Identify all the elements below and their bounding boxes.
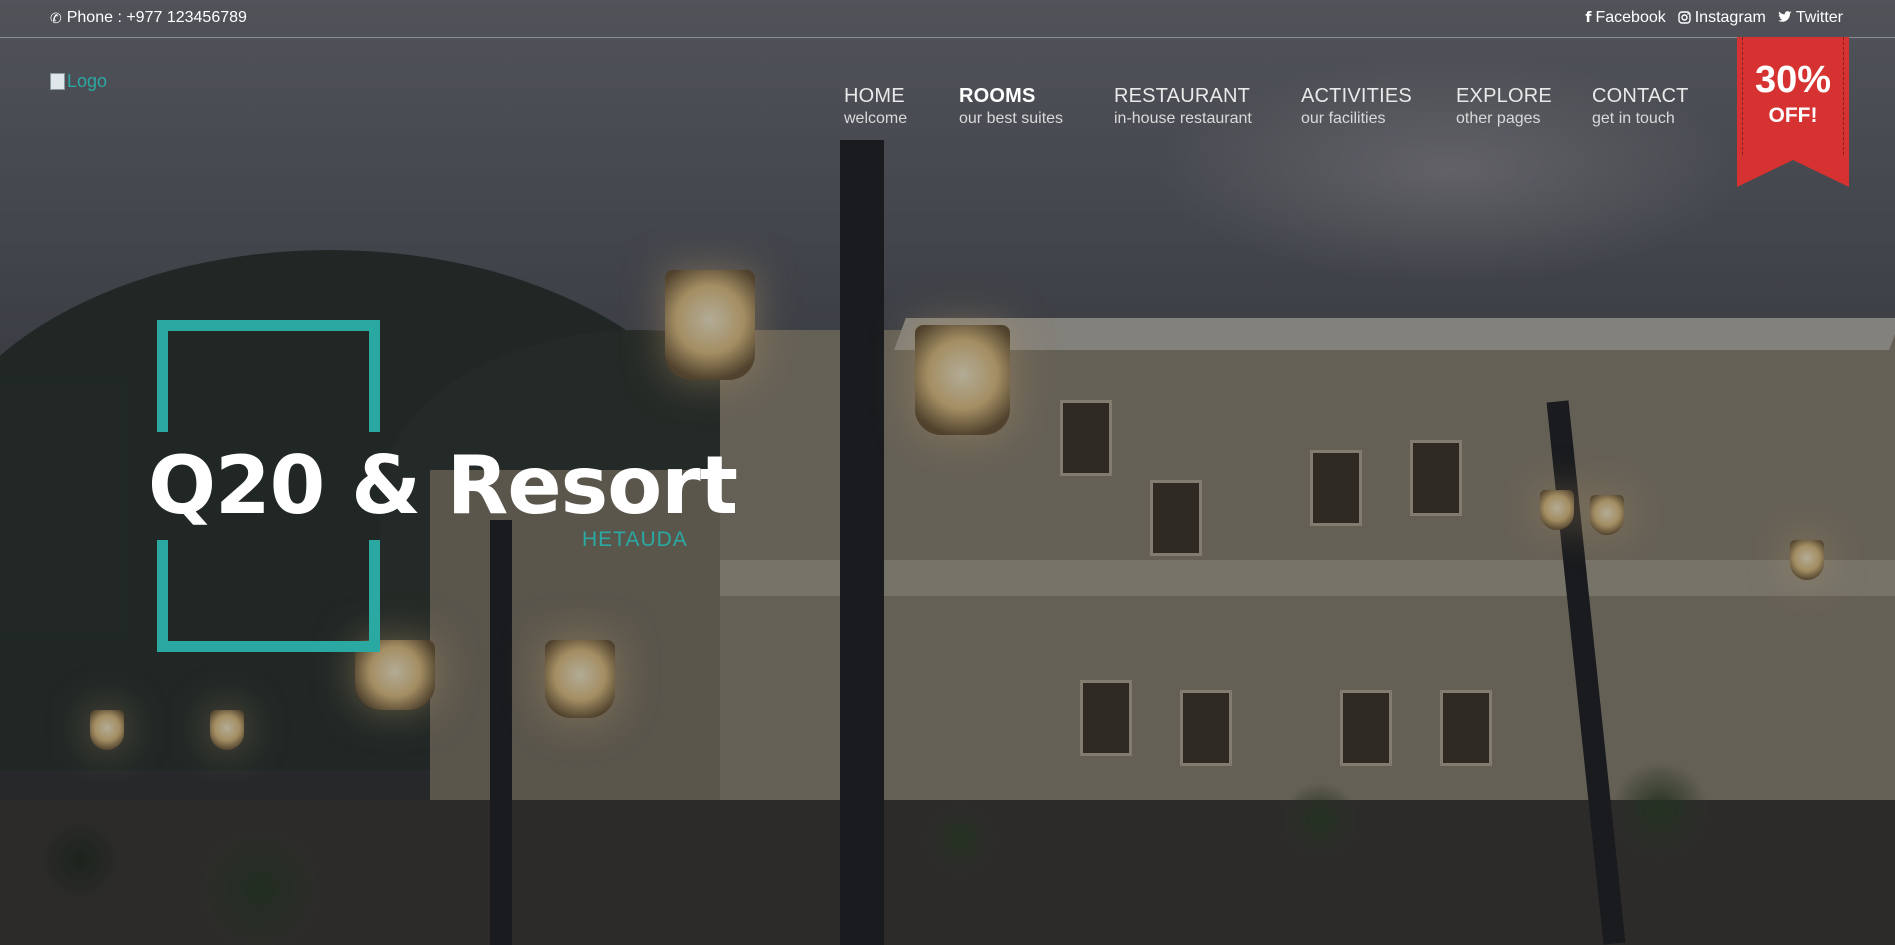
logo-alt-text: Logo	[67, 71, 108, 91]
nav-subtitle: get in touch	[1592, 110, 1675, 127]
facebook-label: Facebook	[1595, 9, 1666, 26]
nav-subtitle: other pages	[1456, 110, 1541, 127]
nav-title: HOME	[844, 85, 905, 107]
top-bar: ✆ Phone : +977 123456789 f Facebook Inst…	[0, 0, 1895, 38]
broken-image-icon	[50, 73, 65, 90]
twitter-icon	[1777, 11, 1792, 25]
nav-subtitle: our facilities	[1301, 110, 1386, 127]
hero-subtitle: HETAUDA	[582, 528, 688, 551]
nav-subtitle: in-house restaurant	[1114, 110, 1252, 127]
nav-item-home[interactable]: HOME welcome	[844, 85, 959, 131]
social-links: f Facebook Instagram Twitter	[1585, 9, 1843, 27]
hero-title: Q20 & Resort	[148, 439, 738, 532]
nav-item-restaurant[interactable]: RESTAURANT in-house restaurant	[1114, 85, 1301, 131]
nav-title: ACTIVITIES	[1301, 85, 1412, 107]
nav-item-activities[interactable]: ACTIVITIES our facilities	[1301, 85, 1456, 131]
nav-title: ROOMS	[959, 85, 1036, 107]
instagram-link[interactable]: Instagram	[1678, 9, 1766, 27]
nav-subtitle: our best suites	[959, 110, 1064, 127]
nav-item-rooms[interactable]: ROOMS our best suites	[959, 85, 1114, 131]
headline-frame-top	[157, 320, 380, 432]
main-nav: HOME welcome ROOMS our best suites RESTA…	[844, 85, 1722, 131]
instagram-icon	[1678, 10, 1691, 26]
instagram-label: Instagram	[1694, 9, 1766, 26]
nav-title: EXPLORE	[1456, 85, 1552, 107]
nav-title: CONTACT	[1592, 85, 1689, 107]
facebook-link[interactable]: f Facebook	[1585, 9, 1665, 27]
phone-number: Phone : +977 123456789	[66, 9, 247, 26]
nav-title: RESTAURANT	[1114, 85, 1251, 107]
phone-contact[interactable]: ✆ Phone : +977 123456789	[50, 9, 247, 27]
site-logo[interactable]: Logo	[50, 71, 107, 92]
twitter-label: Twitter	[1795, 9, 1843, 26]
nav-item-contact[interactable]: CONTACT get in touch	[1592, 85, 1722, 131]
nav-subtitle: welcome	[844, 110, 908, 127]
promo-label: OFF!	[1768, 104, 1818, 127]
twitter-link[interactable]: Twitter	[1777, 9, 1843, 27]
facebook-icon: f	[1585, 10, 1592, 26]
nav-item-explore[interactable]: EXPLORE other pages	[1456, 85, 1592, 131]
phone-icon: ✆	[50, 10, 62, 26]
promo-ribbon[interactable]: 30% OFF!	[1737, 37, 1849, 187]
promo-percent: 30%	[1754, 59, 1832, 101]
headline-frame-bottom	[157, 540, 380, 652]
